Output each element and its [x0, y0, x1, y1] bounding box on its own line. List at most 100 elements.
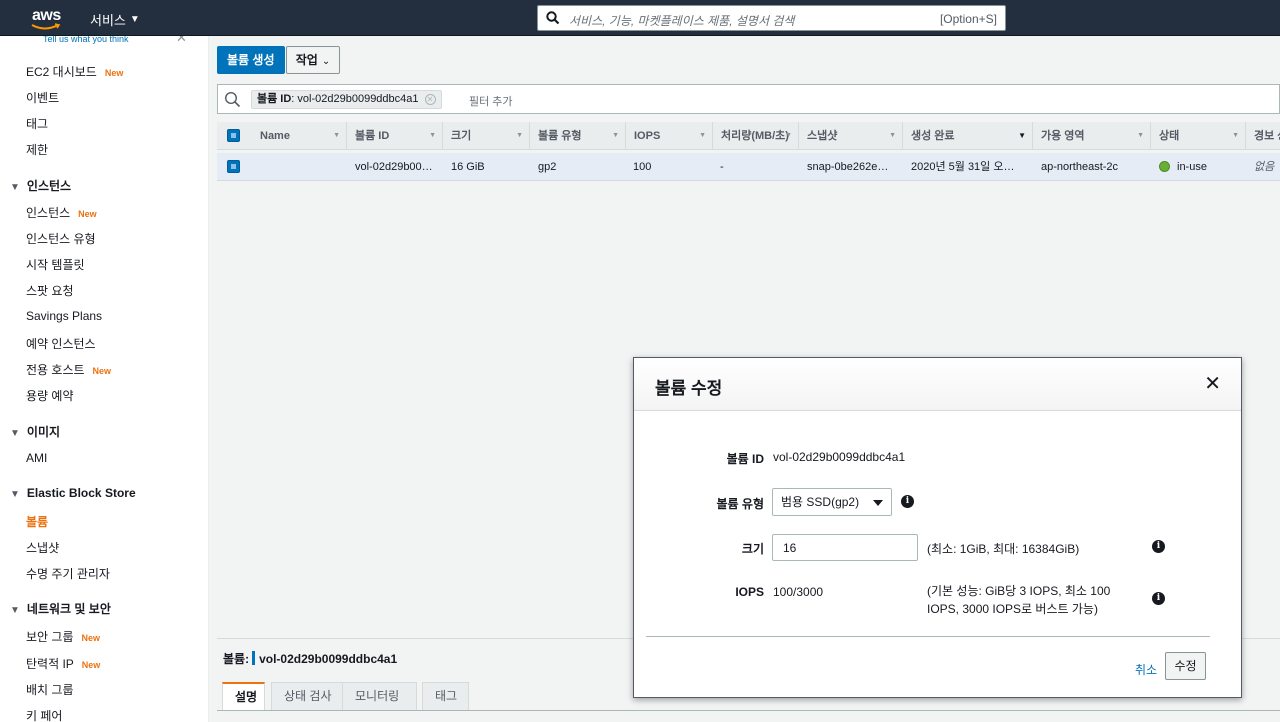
volume-type-label: 볼륨 유형 — [716, 497, 765, 511]
cell-volume-id: vol-02d29b0099ddbc4a1 — [355, 161, 433, 173]
modify-volume-dialog: 볼륨 수정 ✕ 볼륨 ID vol-02d29b0099ddbc4a1 볼륨 유… — [633, 357, 1242, 698]
sidebar-section-network-security[interactable]: ▼ 네트워크 및 보안 — [10, 600, 111, 617]
close-icon[interactable]: ✕ — [1204, 374, 1221, 394]
column-header-volume-type[interactable]: 볼륨 유형 ▼ — [530, 122, 626, 150]
sidebar-item-volumes[interactable]: 볼륨 — [26, 513, 48, 530]
chevron-down-icon: ⌄ — [321, 56, 331, 67]
sidebar-item-limits[interactable]: 제한 — [26, 141, 48, 158]
column-header-iops[interactable]: IOPS ▼ — [626, 122, 713, 150]
alarm-status-label: 없음 — [1254, 161, 1275, 173]
sort-icon: ▼ — [429, 132, 436, 139]
actions-button[interactable]: 작업 ⌄ — [286, 46, 340, 74]
tab-tags[interactable]: 태그 — [422, 682, 469, 710]
sort-descending-icon: ▼ — [1018, 131, 1026, 140]
add-filter-placeholder[interactable]: 필터 추가 — [469, 93, 513, 109]
sidebar-item-elastic-ips[interactable]: 탄력적 IP New — [26, 655, 100, 672]
info-icon[interactable]: i — [1152, 540, 1165, 553]
sidebar-item-lifecycle-manager[interactable]: 수명 주기 관리자 — [26, 565, 110, 582]
sidebar-section-images[interactable]: ▼ 이미지 — [10, 423, 60, 440]
table-header: Name ▼ 볼륨 ID ▼ 크기 ▼ 볼륨 유형 ▼ IOPS ▼ 처리량(MB/초) ▼… — [217, 122, 1280, 150]
select-all-checkbox[interactable] — [227, 129, 240, 142]
sidebar-item-label: 탄력적 IP — [26, 657, 74, 671]
detail-title-prefix: 볼륨: — [223, 652, 250, 666]
search-shortcut: [Option+S] — [939, 12, 997, 26]
new-badge: New — [81, 660, 101, 670]
global-search-input[interactable]: 서비스, 기능, 마켓플레이스 제품, 설명서 검색 [Option+S] — [537, 5, 1006, 31]
search-placeholder: 서비스, 기능, 마켓플레이스 제품, 설명서 검색 — [569, 14, 795, 28]
aws-logo[interactable]: aws — [30, 5, 64, 31]
row-checkbox[interactable] — [227, 160, 240, 173]
column-label: IOPS — [634, 130, 661, 142]
filter-bar[interactable]: 볼륨 ID: vol-02d29b0099ddbc4a1 ✕ 필터 추가 — [217, 84, 1280, 114]
services-label: 서비스 — [90, 13, 126, 28]
services-menu[interactable]: 서비스 ▼ — [90, 10, 140, 29]
sidebar-section-ebs[interactable]: ▼ Elastic Block Store — [10, 486, 136, 500]
sidebar-item-key-pairs[interactable]: 키 페어 — [26, 707, 62, 722]
column-header-volume-id[interactable]: 볼륨 ID ▼ — [347, 122, 443, 150]
table-row[interactable]: vol-02d29b0099ddbc4a1 16 GiB gp2 100 - s… — [217, 153, 1280, 181]
cell-volume-type: gp2 — [538, 161, 557, 173]
column-header-snapshot[interactable]: 스냅샷 ▼ — [799, 122, 903, 150]
cell-alarm-status: 없음 — [1254, 153, 1280, 181]
sidebar-item-instance-types[interactable]: 인스턴스 유형 — [26, 230, 96, 247]
search-icon — [546, 11, 560, 25]
column-label: 볼륨 유형 — [538, 130, 582, 142]
sidebar-item-label: 전용 호스트 — [26, 363, 85, 377]
modify-button[interactable]: 수정 — [1165, 652, 1206, 680]
actions-label: 작업 — [295, 53, 318, 67]
tab-description[interactable]: 설명 — [222, 682, 265, 710]
size-input[interactable] — [772, 534, 918, 561]
iops-value: 100/3000 — [773, 585, 824, 599]
sidebar-item-spot-requests[interactable]: 스팟 요청 — [26, 282, 74, 299]
cell-snapshot[interactable]: snap-0be262e… — [807, 153, 901, 181]
search-icon — [224, 91, 241, 108]
section-title: Elastic Block Store — [26, 486, 136, 500]
sidebar-item-instances[interactable]: 인스턴스 New — [26, 204, 97, 221]
dialog-title: 볼륨 수정 — [655, 379, 723, 398]
column-header-created[interactable]: 생성 완료 ▼ — [903, 122, 1033, 150]
sidebar-item-events[interactable]: 이벤트 — [26, 89, 59, 106]
column-label: 처리량(MB/초) — [721, 130, 789, 142]
cancel-button[interactable]: 취소 — [1135, 661, 1157, 678]
info-icon[interactable]: i — [1152, 592, 1165, 605]
column-header-name[interactable]: Name ▼ — [252, 122, 347, 150]
sidebar-item-snapshots[interactable]: 스냅샷 — [26, 539, 59, 556]
caret-down-icon: ▼ — [129, 14, 140, 25]
sidebar-item-savings-plans[interactable]: Savings Plans — [26, 309, 102, 323]
section-title: 인스턴스 — [26, 179, 72, 193]
sidebar-item-tags[interactable]: 태그 — [26, 115, 48, 132]
create-volume-button[interactable]: 볼륨 생성 — [217, 46, 285, 74]
tab-monitoring[interactable]: 모니터링 — [342, 682, 417, 710]
section-title: 네트워크 및 보안 — [26, 602, 111, 616]
column-header-availability-zone[interactable]: 가용 영역 ▼ — [1033, 122, 1151, 150]
new-badge: New — [92, 366, 112, 376]
volume-type-select[interactable]: 범용 SSD(gp2) — [772, 488, 892, 516]
sidebar-item-placement-groups[interactable]: 배치 그룹 — [26, 681, 74, 698]
info-icon[interactable]: i — [901, 495, 914, 508]
collapse-sidebar-icon[interactable]: ✕ — [176, 36, 187, 46]
column-header-alarm-status[interactable]: 경보 상태 — [1246, 122, 1280, 150]
cell-availability-zone: ap-northeast-2c — [1041, 161, 1119, 173]
column-header-throughput[interactable]: 처리량(MB/초) ▼ — [713, 122, 799, 150]
sidebar-item-reserved-instances[interactable]: 예약 인스턴스 — [26, 335, 96, 352]
sidebar-item-launch-templates[interactable]: 시작 템플릿 — [26, 256, 85, 273]
sidebar-item-ec2-dashboard[interactable]: EC2 대시보드 New — [26, 63, 123, 80]
volume-type-selected: 범용 SSD(gp2) — [781, 495, 860, 509]
column-label: Name — [260, 130, 290, 142]
feedback-link[interactable]: Tell us what you think — [43, 36, 129, 44]
sidebar-item-label: 인스턴스 — [26, 206, 71, 220]
remove-filter-icon[interactable]: ✕ — [424, 93, 436, 105]
sidebar-section-instances[interactable]: ▼ 인스턴스 — [10, 177, 71, 194]
filter-token[interactable]: 볼륨 ID: vol-02d29b0099ddbc4a1 ✕ — [251, 90, 442, 109]
sidebar-item-capacity-reservations[interactable]: 용량 예약 — [26, 387, 74, 404]
in-use-status-icon — [1159, 161, 1170, 172]
sidebar-item-ami[interactable]: AMI — [26, 451, 47, 465]
sort-icon: ▼ — [1232, 132, 1239, 139]
column-header-size[interactable]: 크기 ▼ — [443, 122, 530, 150]
sidebar-item-security-groups[interactable]: 보안 그룹 New — [26, 628, 100, 645]
tab-status-checks[interactable]: 상태 검사 — [271, 682, 347, 710]
column-header-state[interactable]: 상태 ▼ — [1151, 122, 1246, 150]
dialog-header: 볼륨 수정 ✕ — [634, 358, 1241, 411]
sidebar-item-dedicated-hosts[interactable]: 전용 호스트 New — [26, 361, 111, 378]
selection-marker — [252, 651, 256, 665]
